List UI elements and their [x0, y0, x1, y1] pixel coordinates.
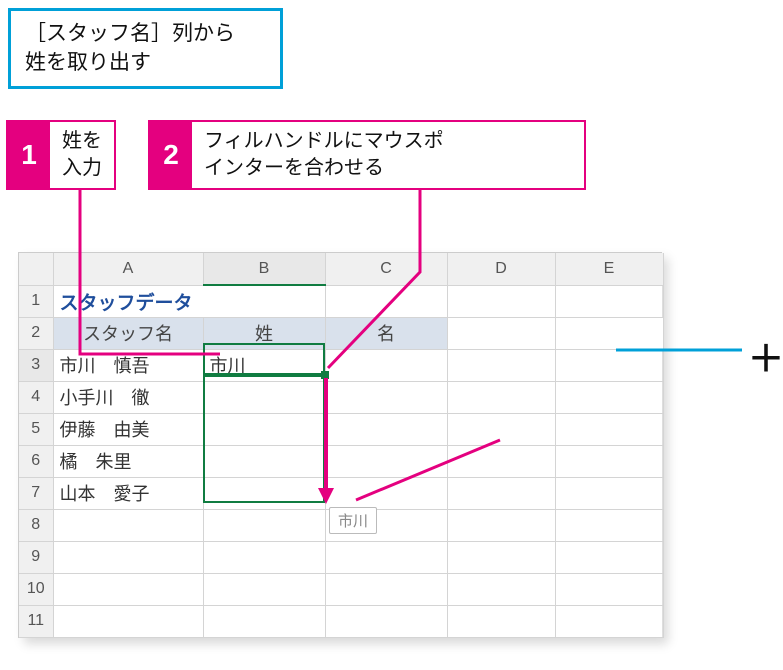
cell-A3[interactable]: 市川 慎吾: [53, 349, 203, 381]
cell-A2[interactable]: スタッフ名: [53, 317, 203, 349]
cell-D11[interactable]: [447, 605, 555, 637]
column-header-row: A B C D E: [19, 253, 663, 285]
row-7: 7 山本 愛子: [19, 477, 663, 509]
spreadsheet[interactable]: A B C D E 1 スタッフデータ 2 スタッフ名 姓 名 3 市川 慎吾 …: [18, 252, 662, 638]
cell-D8[interactable]: [447, 509, 555, 541]
cell-E3[interactable]: [555, 349, 663, 381]
row-2: 2 スタッフ名 姓 名: [19, 317, 663, 349]
cell-C4[interactable]: [325, 381, 447, 413]
row-header-5[interactable]: 5: [19, 413, 53, 445]
cell-E6[interactable]: [555, 445, 663, 477]
col-header-C[interactable]: C: [325, 253, 447, 285]
cell-B5[interactable]: [203, 413, 325, 445]
row-9: 9: [19, 541, 663, 573]
cell-B9[interactable]: [203, 541, 325, 573]
cell-E7[interactable]: [555, 477, 663, 509]
row-header-4[interactable]: 4: [19, 381, 53, 413]
cell-C3[interactable]: [325, 349, 447, 381]
select-all-corner[interactable]: [19, 253, 53, 285]
step-2-number: 2: [150, 122, 192, 188]
row-header-10[interactable]: 10: [19, 573, 53, 605]
row-header-6[interactable]: 6: [19, 445, 53, 477]
cell-C11[interactable]: [325, 605, 447, 637]
cell-C5[interactable]: [325, 413, 447, 445]
step-1: 1 姓を 入力: [6, 120, 116, 190]
cell-A10[interactable]: [53, 573, 203, 605]
col-header-D[interactable]: D: [447, 253, 555, 285]
cell-A7[interactable]: 山本 愛子: [53, 477, 203, 509]
row-header-11[interactable]: 11: [19, 605, 53, 637]
row-header-1[interactable]: 1: [19, 285, 53, 317]
cell-B6[interactable]: [203, 445, 325, 477]
cell-C1[interactable]: [325, 285, 447, 317]
step-2-text: フィルハンドルにマウスポ インターを合わせる: [192, 122, 456, 188]
cell-E1[interactable]: [555, 285, 663, 317]
row-5: 5 伊藤 由美: [19, 413, 663, 445]
row-header-7[interactable]: 7: [19, 477, 53, 509]
cell-D7[interactable]: [447, 477, 555, 509]
cell-B3[interactable]: 市川: [203, 349, 325, 381]
step-2-text-span: フィルハンドルにマウスポ インターを合わせる: [204, 128, 444, 182]
cell-C7[interactable]: [325, 477, 447, 509]
cell-A8[interactable]: [53, 509, 203, 541]
step-1-text: 姓を 入力: [50, 122, 114, 188]
cell-A11[interactable]: [53, 605, 203, 637]
cell-B7[interactable]: [203, 477, 325, 509]
row-10: 10: [19, 573, 663, 605]
cell-B10[interactable]: [203, 573, 325, 605]
cell-D5[interactable]: [447, 413, 555, 445]
cell-E4[interactable]: [555, 381, 663, 413]
cell-B2[interactable]: 姓: [203, 317, 325, 349]
cell-D3[interactable]: [447, 349, 555, 381]
cell-E5[interactable]: [555, 413, 663, 445]
cell-C2[interactable]: 名: [325, 317, 447, 349]
col-header-E[interactable]: E: [555, 253, 663, 285]
cell-A5[interactable]: 伊藤 由美: [53, 413, 203, 445]
row-header-3[interactable]: 3: [19, 349, 53, 381]
cell-D1[interactable]: [447, 285, 555, 317]
cell-D4[interactable]: [447, 381, 555, 413]
cell-A1-title[interactable]: スタッフデータ: [53, 285, 325, 317]
col-header-B[interactable]: B: [203, 253, 325, 285]
cell-D2[interactable]: [447, 317, 555, 349]
row-header-9[interactable]: 9: [19, 541, 53, 573]
cell-C10[interactable]: [325, 573, 447, 605]
cell-C6[interactable]: [325, 445, 447, 477]
col-header-A[interactable]: A: [53, 253, 203, 285]
step-1-number: 1: [8, 122, 50, 188]
cell-E8[interactable]: [555, 509, 663, 541]
cell-B11[interactable]: [203, 605, 325, 637]
cell-E11[interactable]: [555, 605, 663, 637]
cell-E9[interactable]: [555, 541, 663, 573]
cell-D6[interactable]: [447, 445, 555, 477]
cell-D10[interactable]: [447, 573, 555, 605]
spreadsheet-grid[interactable]: A B C D E 1 スタッフデータ 2 スタッフ名 姓 名 3 市川 慎吾 …: [19, 253, 664, 638]
row-11: 11: [19, 605, 663, 637]
cell-E2[interactable]: [555, 317, 663, 349]
callout-title: ［スタッフ名］列から 姓を取り出す: [8, 8, 283, 89]
cell-A9[interactable]: [53, 541, 203, 573]
step-1-text-span: 姓を 入力: [62, 128, 102, 182]
cell-C9[interactable]: [325, 541, 447, 573]
cell-A4[interactable]: 小手川 徹: [53, 381, 203, 413]
row-header-8[interactable]: 8: [19, 509, 53, 541]
cell-A6[interactable]: 橘 朱里: [53, 445, 203, 477]
drag-tooltip: 市川: [329, 507, 377, 534]
row-1: 1 スタッフデータ: [19, 285, 663, 317]
cell-D9[interactable]: [447, 541, 555, 573]
row-6: 6 橘 朱里: [19, 445, 663, 477]
row-4: 4 小手川 徹: [19, 381, 663, 413]
row-header-2[interactable]: 2: [19, 317, 53, 349]
cell-B8[interactable]: [203, 509, 325, 541]
step-2: 2 フィルハンドルにマウスポ インターを合わせる: [148, 120, 586, 190]
callout-title-text: ［スタッフ名］列から 姓を取り出す: [25, 22, 235, 74]
row-3: 3 市川 慎吾 市川: [19, 349, 663, 381]
fill-cursor-icon: ＋: [748, 330, 783, 382]
cell-B4[interactable]: [203, 381, 325, 413]
cell-E10[interactable]: [555, 573, 663, 605]
